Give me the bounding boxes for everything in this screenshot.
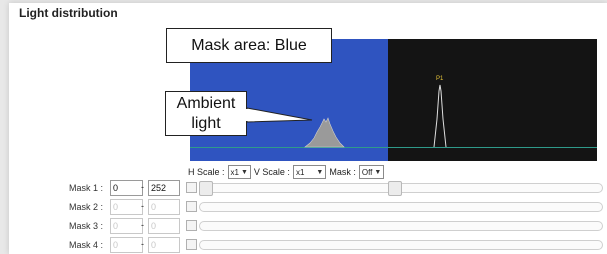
v-scale-value: x1	[295, 167, 305, 177]
v-scale-label: V Scale :	[253, 167, 290, 177]
mask-2-label: Mask 2 :	[68, 202, 103, 212]
mask-2-checkbox[interactable]	[186, 201, 197, 212]
ambient-light-callout: Ambient light	[165, 91, 247, 136]
mask-1-checkbox[interactable]	[186, 182, 197, 193]
h-scale-value: x1	[230, 167, 239, 177]
range-dash: -	[141, 201, 144, 211]
mask-2-from-input[interactable]: 0	[110, 199, 143, 215]
mask-1-to-input[interactable]: 252	[148, 180, 180, 196]
ambient-callout-line-1: Ambient	[176, 95, 236, 112]
mask-3-label: Mask 3 :	[68, 221, 103, 231]
mask-mode-select[interactable]: Off ▼	[358, 165, 385, 179]
scale-controls: H Scale : x1 ▼ V Scale : x1 ▼ Mask : Off…	[188, 165, 385, 179]
mask-mode-label: Mask :	[329, 167, 356, 177]
h-scale-select[interactable]: x1 ▼	[227, 165, 251, 179]
p1-peak-label: P1	[436, 76, 444, 82]
chevron-down-icon: ▼	[240, 168, 248, 176]
mask-3-checkbox[interactable]	[186, 220, 197, 231]
mask-4-from-input[interactable]: 0	[110, 237, 143, 253]
mask-row-2: Mask 2 : 0 - 0	[0, 199, 603, 216]
mask-2-to-input[interactable]: 0	[148, 199, 180, 215]
mask-3-to-input[interactable]: 0	[148, 218, 180, 234]
mask-row-1: Mask 1 : 0 - 252	[0, 180, 603, 197]
mask-2-range-slider[interactable]	[199, 202, 603, 212]
mask-1-slider-thumb-start[interactable]	[199, 181, 213, 196]
panel-title: Light distribution	[19, 6, 118, 20]
range-dash: -	[141, 182, 144, 192]
chevron-down-icon: ▼	[316, 168, 324, 176]
mask-1-slider-thumb-end[interactable]	[388, 181, 402, 196]
mask-3-from-input[interactable]: 0	[110, 218, 143, 234]
ambient-light-peak	[304, 117, 345, 148]
mask-4-label: Mask 4 :	[68, 240, 103, 250]
range-dash: -	[141, 239, 144, 249]
mask-4-to-input[interactable]: 0	[148, 237, 180, 253]
mask-1-label: Mask 1 :	[68, 183, 103, 193]
v-scale-select[interactable]: x1 ▼	[292, 165, 327, 179]
mask-4-range-slider[interactable]	[199, 240, 603, 250]
chevron-down-icon: ▼	[374, 168, 382, 176]
mask-mode-value: Off	[361, 167, 373, 177]
mask-row-3: Mask 3 : 0 - 0	[0, 218, 603, 235]
mask-4-checkbox[interactable]	[186, 239, 197, 250]
mask-1-from-input[interactable]: 0	[110, 180, 143, 196]
mask-area-callout: Mask area: Blue	[166, 28, 332, 63]
mask-1-range-slider[interactable]	[199, 181, 603, 196]
ambient-callout-line-2: light	[191, 115, 221, 132]
mask-3-range-slider[interactable]	[199, 221, 603, 231]
h-scale-label: H Scale :	[188, 167, 225, 177]
range-dash: -	[141, 220, 144, 230]
p1-peak	[433, 84, 447, 148]
mask-row-4: Mask 4 : 0 - 0	[0, 237, 603, 254]
